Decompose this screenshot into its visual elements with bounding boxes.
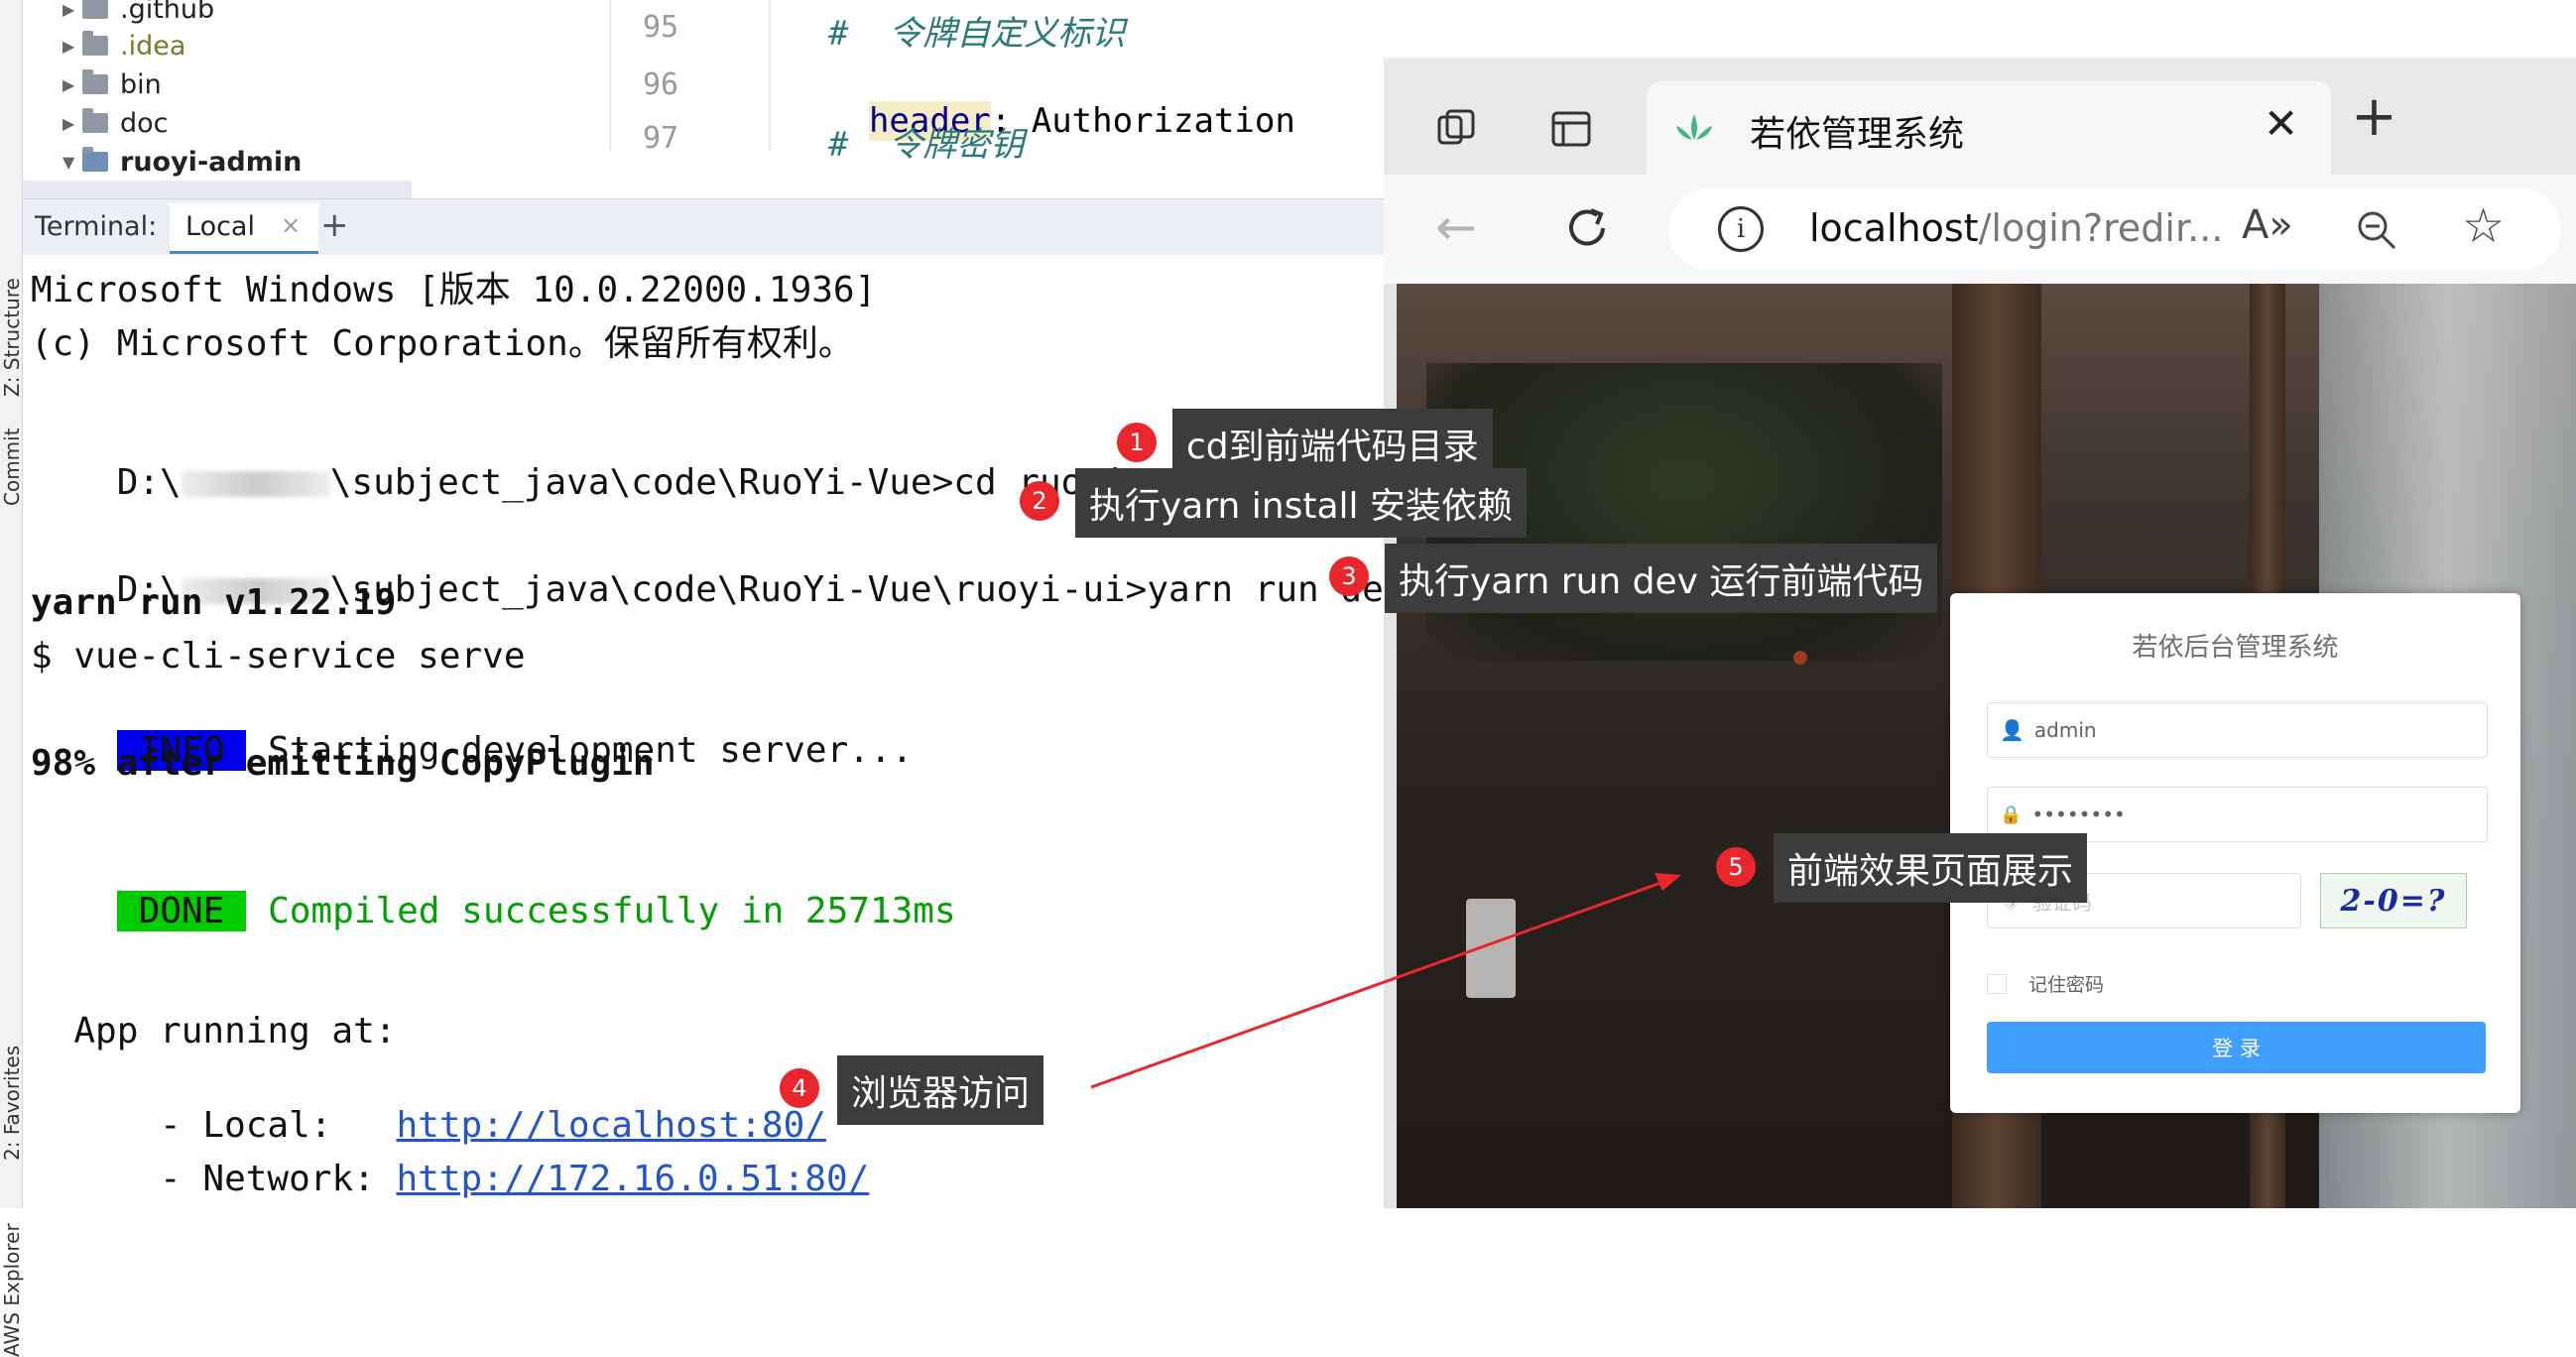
step-badge-3: 3 [1329,556,1369,596]
annotation-callout-3: 执行yarn run dev 运行前端代码 [1385,544,1938,613]
annotation-callout-2: 执行yarn install 安装依赖 [1075,468,1527,538]
step-badge-1: 1 [1117,423,1157,462]
annotation-callout-4: 浏览器访问 [837,1055,1044,1125]
step-badge-2: 2 [1020,481,1059,521]
annotation-arrow [1090,873,1681,1089]
aws-explorer-tool-tab[interactable]: AWS Explorer [0,1208,24,1357]
step-badge-4: 4 [780,1068,819,1108]
step-badge-5: 5 [1716,847,1756,887]
annotation-callout-5: 前端效果页面展示 [1774,833,2088,903]
